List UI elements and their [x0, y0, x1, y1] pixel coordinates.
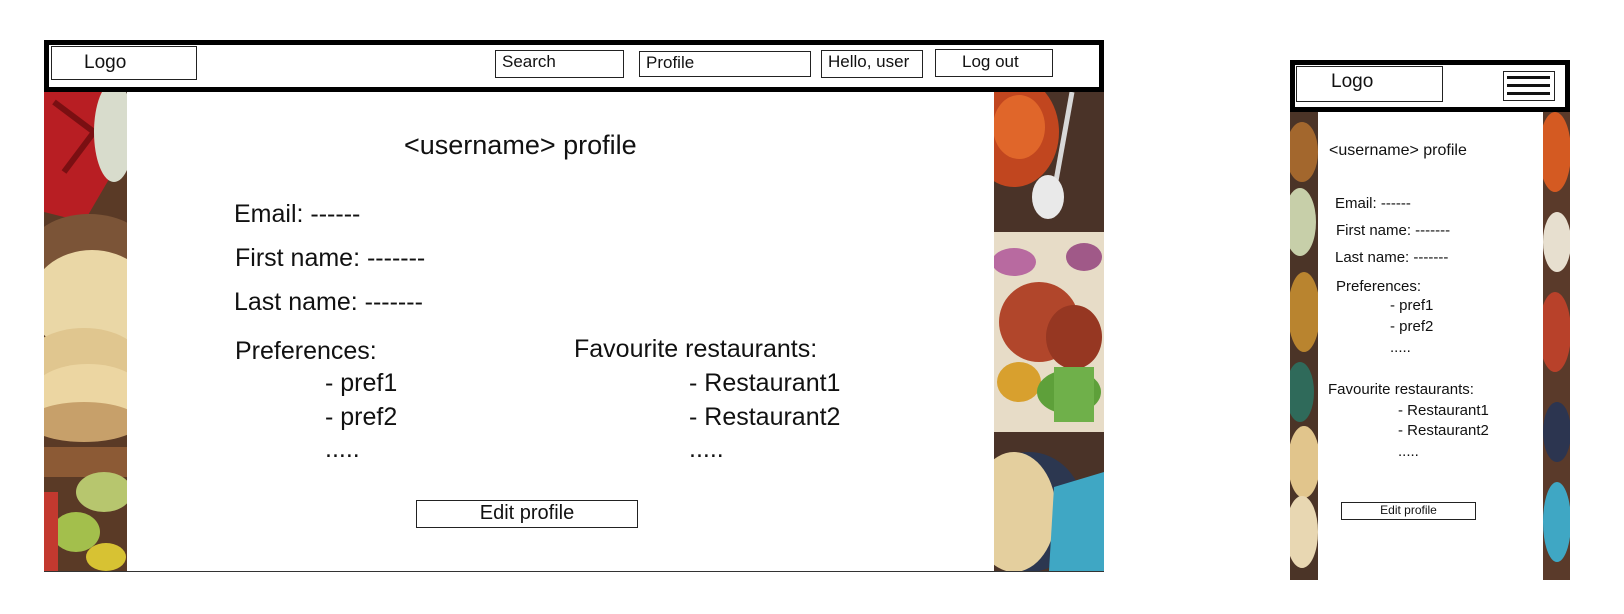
- mobile-edit-profile-label: Edit profile: [1380, 503, 1437, 517]
- mobile-first-name-value: First name: -------: [1336, 222, 1451, 239]
- page-title: <username> profile: [404, 130, 637, 160]
- preference-item: - pref1: [325, 369, 398, 397]
- mobile-favourite-restaurant-item: - Restaurant2: [1398, 422, 1489, 439]
- preference-item: .....: [325, 435, 360, 463]
- mobile-logo-text: Logo: [1331, 71, 1374, 92]
- mobile-last-name-value: Last name: -------: [1335, 249, 1449, 266]
- edit-profile-button[interactable]: Edit profile: [416, 500, 638, 528]
- search-input[interactable]: Search: [495, 50, 624, 78]
- mobile-preference-item: - pref1: [1390, 297, 1434, 314]
- mobile-page-title: <username> profile: [1329, 142, 1467, 159]
- mobile-email-value: Email: ------: [1335, 195, 1411, 212]
- mobile-favourite-restaurant-item: - Restaurant1: [1398, 402, 1489, 419]
- logout-label: Log out: [962, 52, 1019, 71]
- mobile-logo[interactable]: Logo: [1296, 66, 1443, 102]
- favourite-restaurant-item: .....: [689, 435, 724, 463]
- profile-link[interactable]: Profile: [639, 51, 811, 77]
- last-name-value: Last name: -------: [234, 288, 423, 316]
- logo-text: Logo: [84, 52, 127, 73]
- mobile-wireframe: Logo <username> profile Email: ------ Fi…: [1290, 60, 1570, 580]
- mobile-content-area: <username> profile Email: ------ First n…: [1290, 112, 1570, 580]
- desktop-navbar: Logo Search Profile Hello, user Log out: [44, 40, 1104, 92]
- profile-card: <username> profile Email: ------ First n…: [127, 92, 994, 571]
- hamburger-menu-button[interactable]: [1503, 71, 1555, 101]
- preference-item: - pref2: [325, 403, 398, 431]
- favourite-restaurant-item: - Restaurant1: [689, 369, 841, 397]
- search-placeholder: Search: [502, 52, 556, 71]
- mobile-profile-card: <username> profile Email: ------ First n…: [1318, 112, 1543, 580]
- mobile-preferences-label: Preferences:: [1336, 278, 1422, 295]
- email-value: Email: ------: [234, 200, 361, 228]
- food-photo-right: [994, 92, 1104, 571]
- logout-button[interactable]: Log out: [935, 49, 1053, 77]
- favourite-restaurant-item: - Restaurant2: [689, 403, 841, 431]
- desktop-wireframe: Logo Search Profile Hello, user Log out: [44, 40, 1104, 572]
- favourite-restaurants-label: Favourite restaurants:: [574, 335, 818, 363]
- user-greeting: Hello, user: [821, 50, 923, 78]
- mobile-navbar: Logo: [1290, 60, 1570, 112]
- mobile-favourite-restaurants-label: Favourite restaurants:: [1328, 381, 1474, 398]
- first-name-value: First name: -------: [235, 244, 426, 272]
- logo[interactable]: Logo: [51, 46, 197, 80]
- mobile-favourite-restaurant-item: .....: [1398, 443, 1419, 460]
- edit-profile-label: Edit profile: [479, 502, 575, 524]
- mobile-food-photo-left: [1290, 112, 1318, 580]
- hamburger-menu-icon: [1507, 76, 1550, 95]
- preferences-label: Preferences:: [235, 337, 377, 365]
- mobile-preference-item: - pref2: [1390, 318, 1434, 335]
- mobile-food-photo-right: [1543, 112, 1570, 580]
- desktop-content-area: <username> profile Email: ------ First n…: [44, 92, 1104, 572]
- mobile-edit-profile-button[interactable]: Edit profile: [1341, 502, 1476, 520]
- food-photo-left: [44, 92, 127, 571]
- greeting-text: Hello, user: [828, 52, 910, 71]
- mobile-preference-item: .....: [1390, 339, 1411, 356]
- profile-link-label: Profile: [646, 53, 695, 72]
